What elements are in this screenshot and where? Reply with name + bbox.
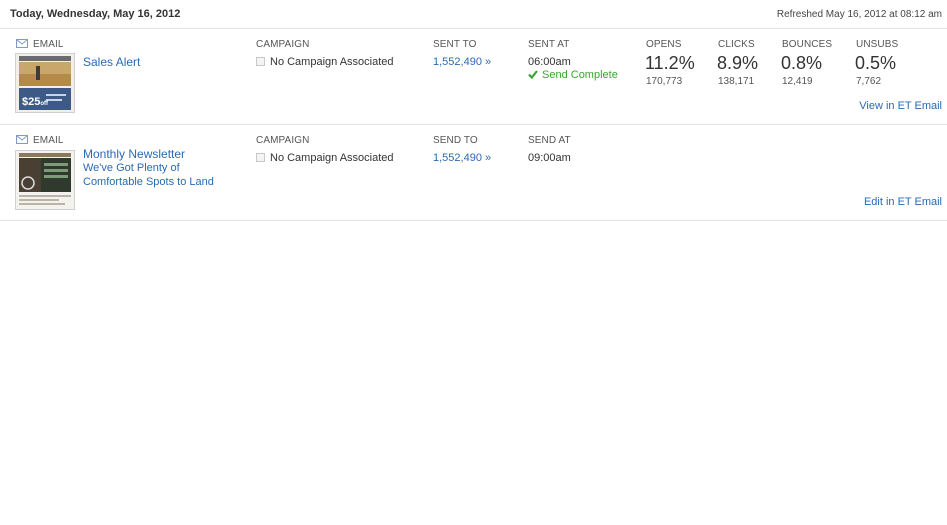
email-name-link[interactable]: Sales Alert [83,55,140,69]
sent-at-time: 06:00am [528,56,571,68]
clicks-label: CLICKS [718,39,755,50]
thumbnail-badge: $25off [22,96,49,108]
clicks-percent: 8.9% [717,53,759,73]
campaign-checkbox[interactable] [256,153,265,162]
send-row-sales-alert: EMAIL $25off Sales Alert CAMPAIGN No Cam… [0,29,947,125]
envelope-icon [16,39,28,48]
refreshed-timestamp: Refreshed May 16, 2012 at 08:12 am [776,9,942,20]
email-thumbnail[interactable] [15,150,75,210]
email-type-label: EMAIL [33,135,64,146]
campaign-checkbox[interactable] [256,57,265,66]
date-header-bar: Today, Wednesday, May 16, 2012 Refreshed… [0,0,947,29]
email-type-label: EMAIL [33,39,64,50]
checkmark-icon [528,70,538,80]
opens-label: OPENS [646,39,682,50]
opens-count: 170,773 [646,76,683,87]
sent-to-label: SENT TO [433,39,477,50]
send-status: Send Complete [528,69,618,81]
campaign-value: No Campaign Associated [256,152,394,164]
campaign-label: CAMPAIGN [256,135,310,146]
campaign-label: CAMPAIGN [256,39,310,50]
unsubs-percent: 0.5% [855,53,897,73]
sent-at-label: SENT AT [528,39,570,50]
view-in-et-email-link[interactable]: View in ET Email [859,100,942,112]
email-name-link[interactable]: Monthly Newsletter [83,147,185,161]
email-subject-line-2[interactable]: Comfortable Spots to Land [83,176,214,189]
email-subject-line-1[interactable]: We've Got Plenty of [83,162,180,175]
sent-to-count-link[interactable]: 1,552,490 » [433,56,491,68]
email-thumbnail[interactable]: $25off [15,53,75,113]
bounces-percent: 0.8% [781,53,823,73]
unsubs-label: UNSUBS [856,39,899,50]
unsubs-count: 7,762 [856,76,882,87]
send-row-monthly-newsletter: EMAIL Monthly Newsletter We've Got Plent… [0,125,947,221]
clicks-count: 138,171 [718,76,755,87]
send-at-time: 09:00am [528,152,571,164]
today-date: Today, Wednesday, May 16, 2012 [10,8,181,20]
email-preview-image [16,151,74,209]
bounces-count: 12,419 [782,76,813,87]
send-to-label: SEND TO [433,135,478,146]
campaign-value: No Campaign Associated [256,56,394,68]
edit-in-et-email-link[interactable]: Edit in ET Email [864,196,942,208]
envelope-icon [16,135,28,144]
bounces-label: BOUNCES [782,39,833,50]
opens-percent: 11.2% [645,53,695,73]
send-at-label: SEND AT [528,135,571,146]
send-to-count-link[interactable]: 1,552,490 » [433,152,491,164]
